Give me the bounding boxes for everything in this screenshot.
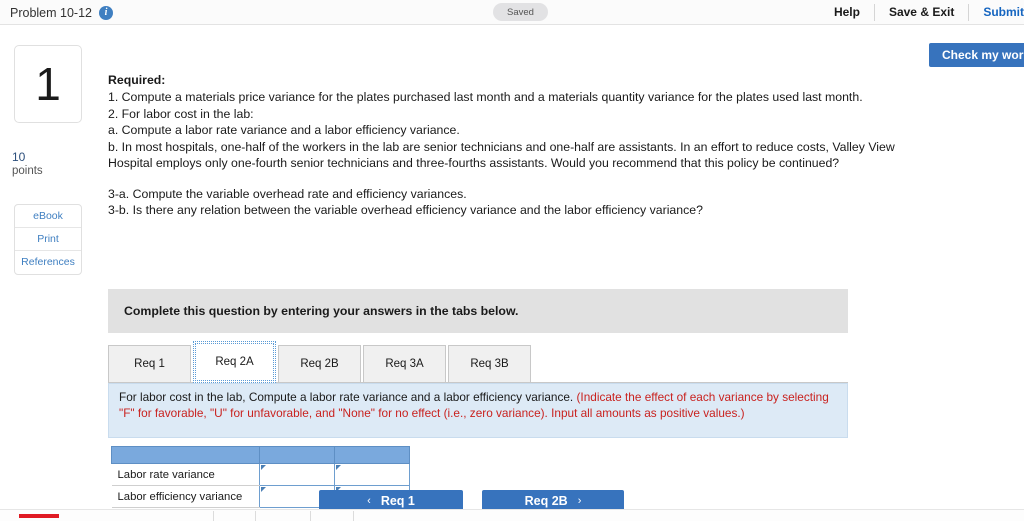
sidebar: 1 10 points eBook Print References: [0, 25, 97, 521]
required-line-2b: b. In most hospitals, one-half of the wo…: [108, 139, 895, 171]
complete-question-banner: Complete this question by entering your …: [108, 289, 848, 333]
tab-req-2b[interactable]: Req 2B: [278, 345, 361, 383]
check-my-work-button[interactable]: Check my work: [929, 43, 1024, 67]
next-req-label: Req 2B: [524, 494, 568, 508]
tab-req-3a[interactable]: Req 3A: [363, 345, 446, 383]
required-line-2: 2. For labor cost in the lab:: [108, 106, 254, 121]
instruction-panel: For labor cost in the lab, Compute a lab…: [108, 383, 848, 438]
save-and-exit-button[interactable]: Save & Exit: [875, 4, 968, 21]
input-labor-rate-variance-effect[interactable]: [334, 463, 410, 486]
page-title: Problem 10-12: [10, 5, 92, 20]
prev-req-label: Req 1: [380, 494, 415, 508]
sidebar-item-ebook[interactable]: eBook: [15, 205, 81, 228]
table-header-row: [111, 446, 410, 464]
taskbar-divider: [353, 511, 354, 521]
table-header-effect-cell: [334, 446, 410, 464]
top-header-bar: Problem 10-12 i Saved Help Save & Exit S…: [0, 0, 1024, 25]
table-row: Labor rate variance: [111, 463, 410, 486]
table-header-amount-cell: [259, 446, 335, 464]
header-left-group: Problem 10-12 i: [10, 0, 113, 25]
progress-indicator: [19, 514, 59, 518]
chevron-left-icon: ‹: [367, 495, 371, 507]
chevron-right-icon: ›: [577, 495, 582, 507]
tab-req-3b[interactable]: Req 3B: [448, 345, 531, 383]
app-root: Problem 10-12 i Saved Help Save & Exit S…: [0, 0, 1024, 521]
taskbar-divider: [255, 511, 256, 521]
question-number-box: 1: [14, 45, 82, 123]
required-line-1: 1. Compute a materials price variance fo…: [108, 90, 863, 104]
row-label-labor-efficiency-variance: Labor efficiency variance: [111, 485, 260, 508]
required-heading: Required:: [108, 73, 166, 87]
taskbar-divider: [310, 511, 311, 521]
row-label-labor-rate-variance: Labor rate variance: [111, 463, 260, 486]
taskbar-divider: [213, 511, 214, 521]
required-line-3b: 3-b. Is there any relation between the v…: [108, 203, 703, 217]
os-taskbar: [0, 509, 1024, 521]
tab-bar: Req 1 Req 2A Req 2B Req 3A Req 3B: [108, 341, 533, 383]
info-icon[interactable]: i: [99, 5, 113, 20]
points-label: points: [12, 165, 43, 177]
question-number: 1: [35, 58, 61, 110]
table-header-label-cell: [111, 446, 260, 464]
sidebar-item-print[interactable]: Print: [15, 228, 81, 251]
sidebar-tool-group: eBook Print References: [14, 204, 82, 275]
tab-req-1[interactable]: Req 1: [108, 345, 191, 383]
status-badge-saved: Saved: [493, 3, 548, 21]
header-right-group: Help Save & Exit Submit: [820, 0, 1024, 25]
required-line-2a: a. Compute a labor rate variance and a l…: [108, 123, 460, 137]
required-section: Required: 1. Compute a materials price v…: [108, 73, 928, 219]
tab-req-2a[interactable]: Req 2A: [193, 341, 276, 383]
sidebar-item-references[interactable]: References: [15, 251, 81, 274]
points-value: 10: [12, 150, 26, 164]
input-labor-rate-variance-amount[interactable]: [259, 463, 335, 486]
submit-button[interactable]: Submit: [969, 4, 1024, 21]
complete-question-text: Complete this question by entering your …: [124, 304, 519, 318]
required-line-3a: 3-a. Compute the variable overhead rate …: [108, 186, 467, 201]
instruction-main-text: For labor cost in the lab, Compute a lab…: [119, 390, 574, 404]
help-button[interactable]: Help: [820, 4, 874, 21]
